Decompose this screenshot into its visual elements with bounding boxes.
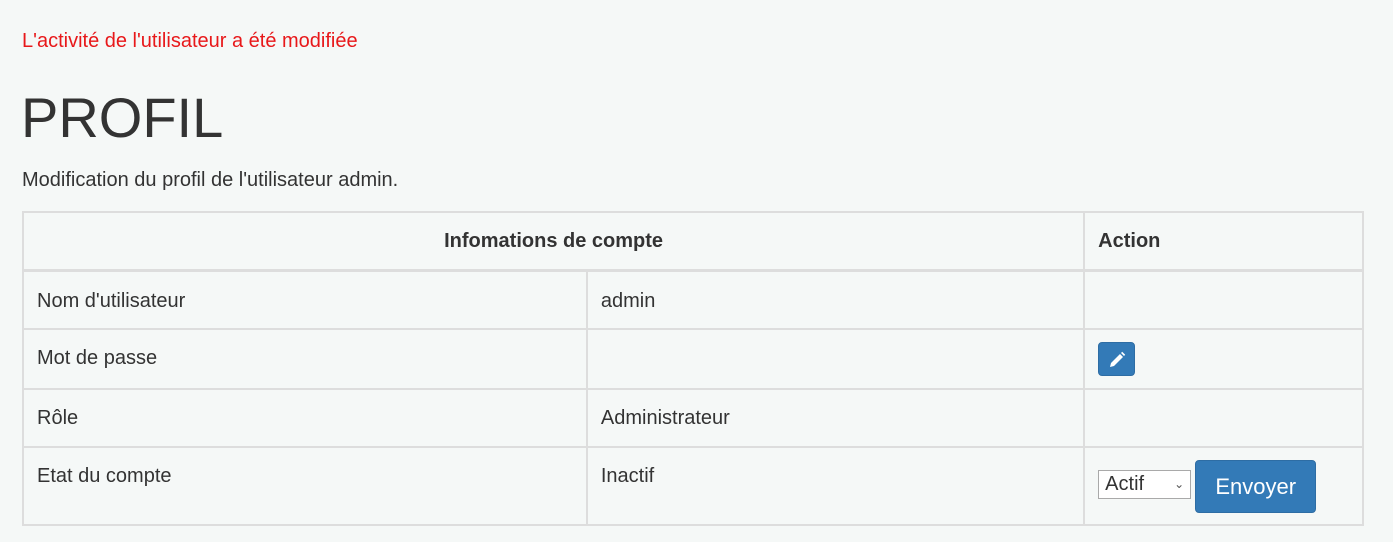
header-action: Action xyxy=(1083,211,1364,272)
row-label-role: Rôle xyxy=(22,387,588,448)
row-label-account-status: Etat du compte xyxy=(22,445,588,526)
send-button[interactable]: Envoyer xyxy=(1195,459,1317,513)
account-table: Infomations de compte Action Nom d'utili… xyxy=(21,211,1364,526)
table-header-row: Infomations de compte Action xyxy=(21,211,1364,272)
table-row: Nom d'utilisateur admin xyxy=(22,269,1364,330)
row-action-password xyxy=(1083,327,1364,390)
page-subtitle: Modification du profil de l'utilisateur … xyxy=(22,169,399,191)
table-row: Rôle Administrateur xyxy=(22,387,1364,448)
row-action-role xyxy=(1083,387,1364,448)
row-value-password xyxy=(585,327,1086,390)
row-value-username: admin xyxy=(585,269,1086,330)
row-label-password: Mot de passe xyxy=(22,327,588,390)
row-value-account-status: Inactif xyxy=(585,445,1086,526)
flash-message: L'activité de l'utilisateur a été modifi… xyxy=(22,30,358,52)
header-account-info: Infomations de compte xyxy=(21,211,1086,272)
edit-password-button[interactable] xyxy=(1098,341,1136,376)
table-row: Mot de passe xyxy=(22,327,1364,390)
account-status-select[interactable]: Actif ⌄ xyxy=(1098,469,1192,499)
pencil-icon xyxy=(1110,351,1126,367)
chevron-down-icon: ⌄ xyxy=(1174,476,1185,491)
page-title: PROFIL xyxy=(21,86,224,149)
row-value-role: Administrateur xyxy=(585,387,1086,448)
row-action-account-status: Actif ⌄ Envoyer xyxy=(1083,445,1364,526)
status-select-value: Actif xyxy=(1105,472,1145,495)
table-row: Etat du compte Inactif Actif ⌄ Envoyer xyxy=(22,445,1364,526)
row-action-username xyxy=(1083,269,1364,330)
row-label-username: Nom d'utilisateur xyxy=(22,269,588,330)
